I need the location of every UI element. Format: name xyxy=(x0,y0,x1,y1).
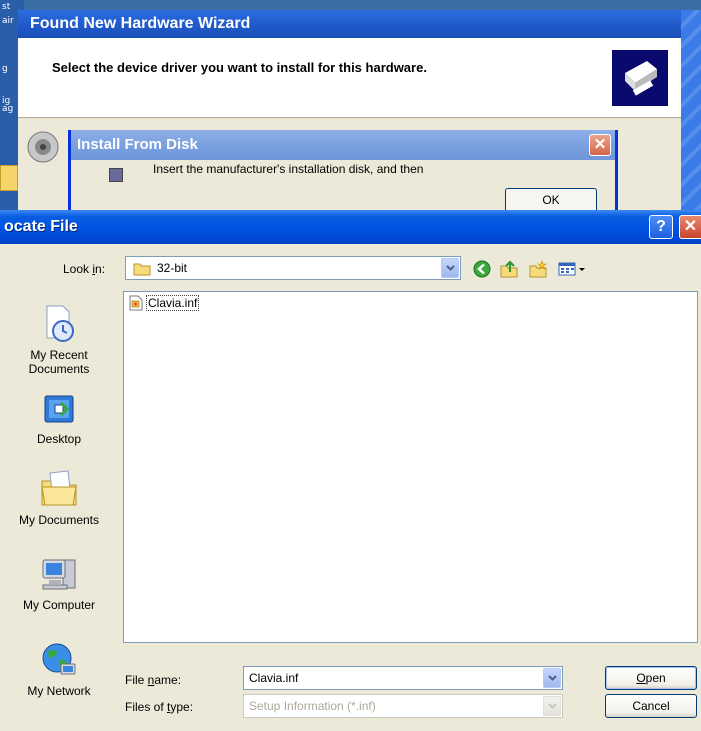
my-network-icon xyxy=(42,643,76,675)
list-item[interactable]: Clavia.inf xyxy=(128,294,200,312)
place-label: My Recent xyxy=(30,348,88,362)
install-disk-titlebar: Install From Disk xyxy=(71,130,615,160)
back-arrow-icon[interactable] xyxy=(471,258,493,280)
files-of-type-label: Files of type: xyxy=(125,700,194,714)
folder-icon xyxy=(133,263,151,276)
file-name-label: File name: xyxy=(125,673,182,687)
install-disk-message: Insert the manufacturer's installation d… xyxy=(153,162,424,176)
install-from-disk-dialog: Install From Disk ✕ Insert the manufactu… xyxy=(68,130,618,210)
speaker-icon xyxy=(27,131,59,163)
desktop-icon xyxy=(44,395,74,423)
place-label: Desktop xyxy=(36,432,82,446)
chevron-down-icon[interactable] xyxy=(543,668,561,688)
help-button[interactable]: ? xyxy=(649,215,673,239)
setup-information-file-icon xyxy=(129,295,143,311)
wizard-header: Select the device driver you want to ins… xyxy=(18,38,682,118)
hardware-card-icon xyxy=(612,50,668,106)
places-desktop[interactable]: Desktop xyxy=(0,392,118,446)
up-folder-icon[interactable] xyxy=(498,258,520,280)
views-menu-icon[interactable] xyxy=(556,258,588,280)
desktop-icon-label: g xyxy=(2,64,8,74)
file-name-combo[interactable]: Clavia.inf xyxy=(243,666,563,690)
places-my-recent-documents[interactable]: My Recent Documents xyxy=(0,304,118,376)
install-disk-close-button[interactable]: ✕ xyxy=(589,134,611,156)
recent-documents-icon xyxy=(46,305,74,342)
files-of-type-value: Setup Information (*.inf) xyxy=(249,699,376,713)
my-computer-icon xyxy=(42,559,76,590)
wizard-titlebar: Found New Hardware Wizard xyxy=(18,10,701,38)
close-button[interactable]: ✕ xyxy=(679,215,701,239)
locate-file-title: ocate File xyxy=(4,218,78,235)
place-label: My Computer xyxy=(22,598,96,612)
desktop-icon-label: ag xyxy=(2,104,14,114)
file-name-input[interactable]: Clavia.inf xyxy=(249,671,298,685)
place-label: My Network xyxy=(27,684,91,698)
wizard-header-text: Select the device driver you want to ins… xyxy=(52,60,427,75)
new-folder-icon[interactable] xyxy=(527,258,549,280)
places-bar: My Recent Documents Desktop My Documents… xyxy=(0,292,118,731)
locate-file-titlebar: ocate File xyxy=(0,210,701,244)
files-of-type-dropdown: Setup Information (*.inf) xyxy=(243,694,563,718)
floppy-disk-icon xyxy=(109,168,123,182)
chevron-down-icon[interactable] xyxy=(441,258,459,278)
cancel-button[interactable]: Cancel xyxy=(605,694,697,718)
desktop-icon-label: air xyxy=(2,16,14,26)
places-my-computer[interactable]: My Computer xyxy=(0,554,118,612)
look-in-label: Look in: xyxy=(63,262,106,276)
file-name-label: Clavia.inf xyxy=(146,295,200,311)
desktop-icon-label: st xyxy=(2,2,11,12)
places-my-documents[interactable]: My Documents xyxy=(0,467,118,527)
look-in-dropdown[interactable]: 32-bit xyxy=(125,256,461,280)
locate-file-dialog: ocate File ? ✕ Look in: 32-bit My Recent… xyxy=(0,210,701,731)
places-my-network[interactable]: My Network xyxy=(0,640,118,698)
open-button[interactable]: Open xyxy=(605,666,697,690)
install-disk-ok-button[interactable]: OK xyxy=(505,188,597,210)
my-documents-icon xyxy=(41,470,77,506)
desktop-folder-icon xyxy=(0,165,18,191)
wizard-window-edge xyxy=(681,10,701,210)
chevron-down-icon xyxy=(543,696,561,716)
look-in-value: 32-bit xyxy=(157,261,188,275)
file-list-view[interactable]: Clavia.inf xyxy=(123,291,698,643)
place-label: My Documents xyxy=(18,513,100,527)
place-label: Documents xyxy=(28,362,90,376)
